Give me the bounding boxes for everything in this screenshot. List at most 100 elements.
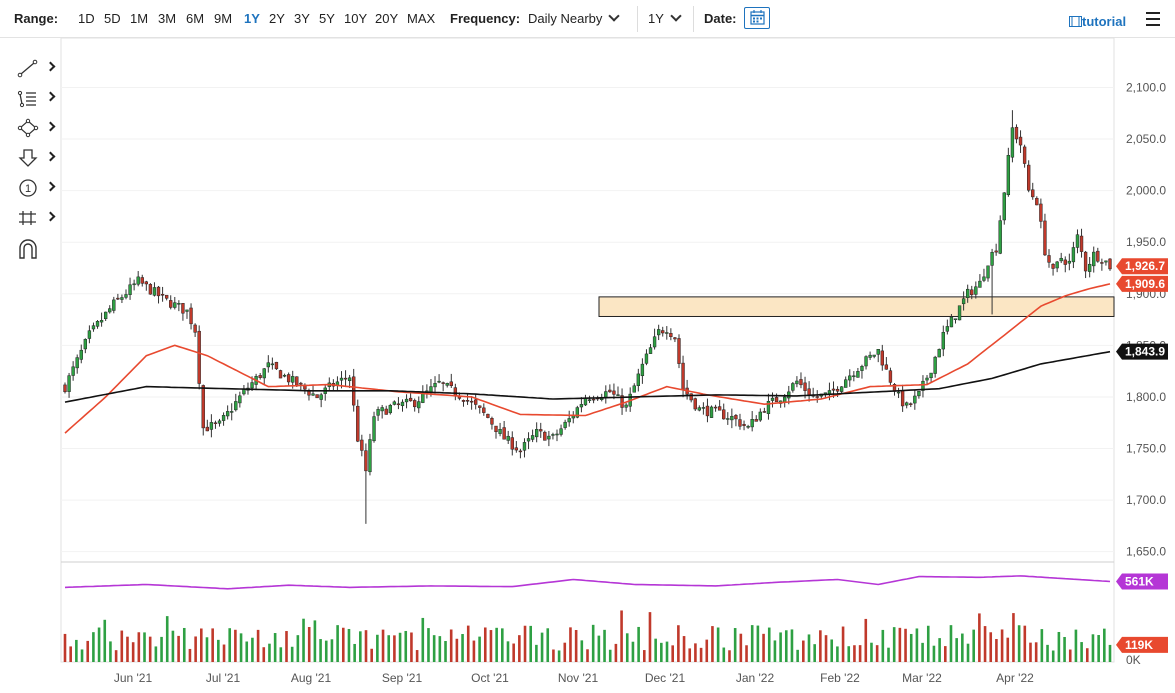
candle-body	[811, 394, 815, 397]
candle-body	[624, 404, 628, 408]
candle-body	[392, 401, 397, 405]
volume-bar	[239, 633, 243, 662]
range-3y[interactable]: 3Y	[294, 11, 310, 26]
date-picker-button[interactable]	[744, 7, 770, 29]
candle-body	[189, 307, 193, 325]
period-select[interactable]: 1Y	[648, 10, 682, 26]
candle-body	[1063, 259, 1067, 265]
tutorial-link[interactable]: tutorial	[1069, 14, 1126, 29]
fibonacci-tool[interactable]	[14, 88, 58, 112]
candle-body	[583, 397, 588, 406]
volume-bar	[705, 639, 709, 662]
volume-bar	[966, 643, 970, 662]
range-3m[interactable]: 3M	[158, 11, 176, 26]
arrow-tool[interactable]	[14, 148, 58, 172]
candle-body	[274, 361, 279, 370]
volume-bar	[972, 629, 975, 662]
candle-body	[250, 382, 254, 389]
volume-bar	[126, 636, 129, 662]
candle-body	[299, 382, 303, 385]
range-1m[interactable]: 1M	[130, 11, 148, 26]
range-9m[interactable]: 9M	[214, 11, 232, 26]
volume-bar	[171, 630, 175, 662]
volume-bar	[444, 641, 447, 662]
candle-body	[787, 391, 791, 399]
chevron-down-icon	[608, 10, 621, 22]
volume-bar	[637, 626, 640, 662]
volume-bar	[909, 633, 913, 662]
candle-body	[99, 320, 104, 323]
range-1y[interactable]: 1Y	[244, 11, 260, 26]
volume-bar	[432, 635, 436, 662]
chevron-right-icon	[45, 211, 56, 222]
volume-bar	[449, 629, 453, 662]
volume-bar	[466, 625, 470, 662]
range-6m[interactable]: 6M	[186, 11, 204, 26]
volume-bar	[836, 646, 839, 662]
candle-body	[417, 401, 421, 409]
volume-bar	[330, 639, 334, 662]
candle-body	[156, 286, 161, 297]
candle-body	[225, 411, 230, 417]
volume-bar	[217, 639, 220, 662]
volume-bar	[109, 641, 112, 662]
hamburger-menu-icon[interactable]	[1146, 12, 1160, 30]
range-5d[interactable]: 5D	[104, 11, 121, 26]
range-20y[interactable]: 20Y	[375, 11, 398, 26]
candle-body	[563, 421, 567, 428]
magnet-tool[interactable]	[14, 238, 58, 262]
candle-body	[221, 415, 226, 421]
volume-zero-label: 0K	[1126, 653, 1141, 667]
measure-tool[interactable]	[14, 208, 58, 232]
candle-body	[258, 375, 262, 378]
volume-bar	[745, 645, 748, 662]
candlestick-series	[63, 110, 1112, 524]
range-max[interactable]: MAX	[407, 11, 435, 26]
candle-body	[551, 434, 555, 436]
range-5y[interactable]: 5Y	[319, 11, 335, 26]
range-10y[interactable]: 10Y	[344, 11, 367, 26]
candle-body	[445, 383, 449, 386]
range-1d[interactable]: 1D	[78, 11, 95, 26]
candle-body	[754, 419, 758, 422]
volume-bar	[228, 628, 232, 662]
candle-body	[693, 398, 697, 410]
volume-bar	[660, 642, 663, 662]
volume-bar	[892, 627, 896, 662]
candle-body	[925, 377, 929, 381]
range-2y[interactable]: 2Y	[269, 11, 285, 26]
candle-body	[197, 330, 201, 384]
volume-bar	[370, 648, 373, 662]
shapes-tool[interactable]	[14, 118, 58, 142]
candle-body	[1027, 164, 1031, 191]
candle-body	[164, 294, 169, 299]
volume-bar	[603, 629, 606, 662]
volume-bar	[932, 645, 936, 662]
volume-bar	[557, 650, 561, 662]
volume-bar	[756, 625, 760, 662]
volume-bar	[887, 647, 890, 662]
candle-body	[795, 380, 799, 385]
candle-body	[742, 423, 746, 426]
candle-body	[230, 411, 234, 413]
volume-bar	[1103, 628, 1106, 662]
annotation-tool[interactable]: 1	[14, 178, 58, 202]
candle-body	[311, 393, 315, 396]
candle-body	[238, 395, 242, 404]
trendline-tool[interactable]	[14, 58, 58, 82]
volume-bar	[1023, 625, 1027, 662]
volume-bar	[813, 644, 816, 662]
volume-bar	[807, 634, 811, 662]
candle-body	[453, 387, 458, 396]
volume-bar	[523, 625, 527, 662]
candle-body	[632, 385, 636, 393]
frequency-select[interactable]: Daily Nearby	[528, 10, 621, 26]
volume-bar	[955, 638, 958, 662]
volume-bar	[728, 650, 731, 662]
price-badge-bg	[1116, 275, 1168, 292]
volume-bar	[802, 640, 805, 662]
candle-body	[120, 297, 124, 300]
candle-body	[770, 397, 775, 401]
candle-body	[774, 397, 779, 403]
price-badges: 1,926.7 1,909.6 1,843.9 561K 119K	[1116, 258, 1168, 653]
